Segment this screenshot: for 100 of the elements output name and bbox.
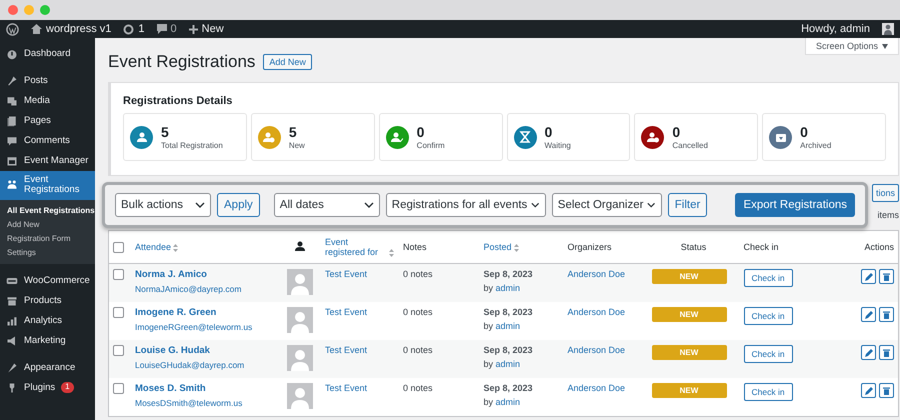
- column-header[interactable]: Posted: [484, 242, 512, 252]
- menu-item[interactable]: Analytics: [0, 310, 95, 331]
- attendee-email[interactable]: MosesDSmith@teleworm.us: [135, 398, 275, 408]
- stat-label: Total Registration: [161, 140, 223, 150]
- delete-button[interactable]: [879, 307, 894, 322]
- menu-item[interactable]: Posts: [0, 71, 95, 91]
- attendee-name[interactable]: Moses D. Smith: [135, 383, 206, 394]
- avatar-icon[interactable]: [882, 23, 894, 35]
- home-icon: [31, 24, 42, 34]
- submenu-item[interactable]: Add New: [0, 218, 95, 232]
- delete-button[interactable]: [879, 345, 894, 360]
- edit-button[interactable]: [861, 269, 876, 284]
- column-header: Notes: [403, 242, 427, 252]
- sort-icon[interactable]: [173, 244, 178, 252]
- new-link[interactable]: New: [202, 23, 224, 35]
- stat-icon: [263, 131, 276, 143]
- menu-item[interactable]: Comments: [0, 131, 95, 151]
- menu-item[interactable]: Pages: [0, 111, 95, 131]
- menu-item[interactable]: Event Manager: [0, 151, 95, 171]
- author-link[interactable]: admin: [496, 283, 520, 293]
- logo-icon[interactable]: [6, 22, 19, 36]
- maximize-dot[interactable]: [40, 5, 50, 15]
- event-link[interactable]: Test Event: [325, 269, 368, 279]
- item-count: items: [878, 210, 900, 220]
- minimize-dot[interactable]: [24, 5, 34, 15]
- attendee-name[interactable]: Imogene R. Green: [135, 307, 216, 318]
- event-link[interactable]: Test Event: [325, 345, 368, 355]
- select-all-checkbox[interactable]: [113, 242, 124, 252]
- pencil-icon: [864, 348, 873, 356]
- menu-icon: [6, 314, 18, 327]
- menu-item[interactable]: Plugins 1: [0, 378, 95, 398]
- trash-icon: [883, 386, 890, 394]
- edit-button[interactable]: [861, 307, 876, 322]
- add-new-button[interactable]: Add New: [263, 54, 312, 70]
- edit-button[interactable]: [861, 345, 876, 360]
- event-link[interactable]: Test Event: [325, 307, 368, 317]
- row-checkbox[interactable]: [113, 345, 124, 356]
- menu-item[interactable]: Media: [0, 91, 95, 111]
- menu-item[interactable]: Appearance: [0, 358, 95, 378]
- delete-button[interactable]: [879, 383, 894, 398]
- column-header: Organizers: [568, 242, 612, 252]
- menu-icon: [6, 115, 18, 127]
- plus-icon: [188, 24, 198, 34]
- submenu-item[interactable]: All Event Registrations: [0, 204, 95, 218]
- stat-value: 0: [544, 124, 554, 138]
- close-dot[interactable]: [8, 5, 18, 15]
- updates-count[interactable]: 1: [138, 23, 145, 35]
- menu-item[interactable]: Event Registrations: [0, 171, 95, 200]
- partial-button[interactable]: tions: [872, 184, 900, 202]
- greeting[interactable]: Howdy, admin: [801, 23, 870, 35]
- column-header[interactable]: Attendee: [135, 242, 172, 252]
- check-in-button[interactable]: Check in: [744, 269, 793, 287]
- dropdown-icon: [882, 44, 888, 49]
- stat-icon: [136, 131, 148, 143]
- attendee-email[interactable]: ImogeneRGreen@teleworm.us: [135, 322, 275, 332]
- column-header[interactable]: Event registered for: [325, 237, 387, 257]
- menu-icon: [6, 95, 18, 107]
- organizer-link[interactable]: Anderson Doe: [568, 307, 626, 317]
- attendee-email[interactable]: LouiseGHudak@dayrep.com: [135, 360, 275, 370]
- submenu-item[interactable]: Registration Form: [0, 232, 95, 246]
- organizer-link[interactable]: Anderson Doe: [568, 383, 626, 393]
- stat-label: Confirm: [416, 140, 445, 150]
- check-in-button[interactable]: Check in: [744, 307, 793, 325]
- check-in-button[interactable]: Check in: [744, 383, 793, 401]
- comments-count[interactable]: 0: [170, 23, 177, 35]
- organizer-select[interactable]: Select Organizer: [552, 193, 662, 217]
- event-select[interactable]: Registrations for all events: [386, 193, 546, 217]
- filter-button[interactable]: Filter: [668, 193, 708, 217]
- attendee-email[interactable]: NormaJAmico@dayrep.com: [135, 284, 275, 294]
- attendee-name[interactable]: Louise G. Hudak: [135, 345, 210, 356]
- row-checkbox[interactable]: [113, 269, 124, 280]
- menu-item[interactable]: Dashboard: [0, 44, 95, 64]
- notes-count: 0 notes: [403, 307, 433, 317]
- author-link[interactable]: admin: [496, 321, 520, 331]
- organizer-link[interactable]: Anderson Doe: [568, 269, 626, 279]
- edit-button[interactable]: [861, 383, 876, 398]
- menu-item[interactable]: WooCommerce: [0, 270, 95, 291]
- author-link[interactable]: admin: [496, 397, 520, 407]
- refresh-icon: [123, 24, 134, 34]
- apply-button[interactable]: Apply: [217, 193, 260, 217]
- row-checkbox[interactable]: [113, 307, 124, 318]
- menu-item[interactable]: Marketing: [0, 330, 95, 351]
- event-link[interactable]: Test Event: [325, 383, 368, 393]
- organizer-link[interactable]: Anderson Doe: [568, 345, 626, 355]
- site-link[interactable]: wordpress v1: [46, 23, 112, 35]
- menu-item[interactable]: Products: [0, 290, 95, 311]
- attendee-name[interactable]: Norma J. Amico: [135, 269, 207, 280]
- sort-icon[interactable]: [389, 248, 394, 257]
- bulk-actions-select[interactable]: Bulk actions: [115, 193, 211, 217]
- export-button[interactable]: Export Registrations: [735, 193, 855, 217]
- screen-options-tab[interactable]: Screen Options: [804, 38, 900, 55]
- check-in-button[interactable]: Check in: [744, 345, 793, 363]
- row-checkbox[interactable]: [113, 383, 124, 394]
- sort-icon[interactable]: [514, 244, 519, 252]
- stat-label: New: [288, 140, 305, 150]
- posted-date: Sep 8, 2023: [484, 345, 533, 355]
- date-select[interactable]: All dates: [274, 193, 380, 217]
- delete-button[interactable]: [879, 269, 894, 284]
- submenu-item[interactable]: Settings: [0, 246, 95, 260]
- author-link[interactable]: admin: [496, 359, 520, 369]
